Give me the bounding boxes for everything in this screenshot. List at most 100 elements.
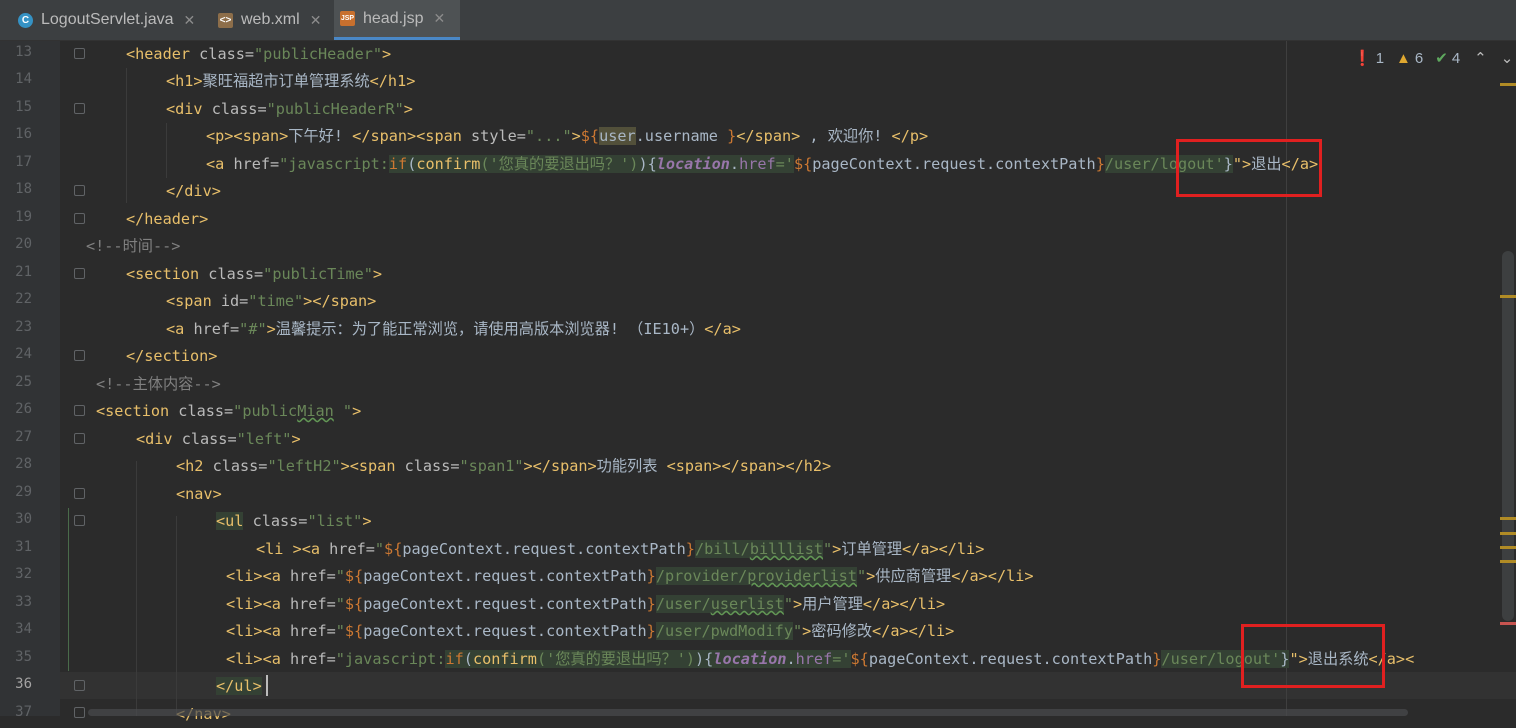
indent-guide: [126, 68, 127, 203]
code-line-29: <nav>: [176, 485, 222, 503]
line-number: 35: [15, 649, 32, 665]
indent-guide: [176, 516, 177, 716]
code-line-16: <p><span>下午好! </span><span style="...">$…: [206, 127, 929, 145]
line-number: 31: [15, 539, 32, 555]
error-stripe-mark[interactable]: [1500, 546, 1516, 549]
fold-icon[interactable]: [74, 680, 85, 691]
line-number: 22: [15, 291, 32, 307]
fold-icon[interactable]: [74, 268, 85, 279]
fold-icon[interactable]: [74, 103, 85, 114]
chevron-down-icon[interactable]: ⌄: [1501, 49, 1514, 67]
annotation-highlight-box: [1241, 624, 1385, 688]
code-line-27: <div class="left">: [136, 430, 301, 448]
tab-head-jsp[interactable]: JSP head.jsp ✕: [334, 0, 460, 40]
line-number: 14: [15, 71, 32, 87]
fold-icon[interactable]: [74, 48, 85, 59]
code-line-23: <a href="#">温馨提示：为了能正常浏览，请使用高版本浏览器! （IE1…: [166, 320, 741, 338]
line-number: 23: [15, 319, 32, 335]
code-line-34: <li><a href="${pageContext.request.conte…: [226, 622, 955, 640]
error-icon: ❗: [1353, 50, 1372, 67]
close-icon[interactable]: ✕: [310, 12, 322, 29]
error-stripe-mark[interactable]: [1500, 83, 1516, 86]
indent-guide: [68, 508, 69, 671]
tab-label: web.xml: [241, 11, 300, 28]
line-number: 24: [15, 346, 32, 362]
code-line-31: <li ><a href="${pageContext.request.cont…: [256, 540, 985, 558]
line-number: 17: [15, 154, 32, 170]
code-line-20: <!--时间-->: [86, 237, 181, 255]
line-number: 13: [15, 44, 32, 60]
vertical-scrollbar[interactable]: [1502, 251, 1514, 621]
line-number: 18: [15, 181, 32, 197]
chevron-up-icon[interactable]: ⌃: [1474, 49, 1487, 67]
error-stripe-mark[interactable]: [1500, 295, 1516, 298]
check-icon: ✔: [1435, 50, 1448, 67]
line-number-current: 36: [15, 676, 32, 692]
annotation-highlight-box: [1176, 139, 1322, 197]
line-number: 19: [15, 209, 32, 225]
code-line-21: <section class="publicTime">: [126, 265, 383, 283]
error-count: 1: [1375, 49, 1385, 67]
fold-icon[interactable]: [74, 515, 85, 526]
error-stripe-mark[interactable]: [1500, 560, 1516, 563]
code-line-14: <h1>聚旺福超市订单管理系统</h1>: [166, 72, 416, 90]
code-line-17: <a href="javascript:if(confirm('您真的要退出吗？…: [206, 155, 1319, 173]
code-line-25: <!--主体内容-->: [96, 375, 221, 393]
line-number: 33: [15, 594, 32, 610]
horizontal-scrollbar[interactable]: [88, 709, 1408, 716]
code-line-13: <header class="publicHeader">: [126, 45, 392, 63]
code-line-33: <li><a href="${pageContext.request.conte…: [226, 595, 946, 613]
error-stripe-mark[interactable]: [1500, 517, 1516, 520]
line-number: 37: [15, 704, 32, 720]
line-number: 26: [15, 401, 32, 417]
code-line-30: <ul class="list">: [216, 512, 372, 530]
close-icon[interactable]: ✕: [434, 10, 446, 27]
java-class-icon: C: [18, 12, 33, 28]
jsp-file-icon: JSP: [340, 11, 355, 26]
line-number: 27: [15, 429, 32, 445]
code-line-36: </ul>: [216, 677, 262, 695]
code-line-19: </header>: [126, 210, 209, 228]
warning-icon: ▲: [1396, 49, 1411, 67]
tab-logoutservlet[interactable]: C LogoutServlet.java ✕: [10, 0, 214, 40]
weak-warning-count: 4: [1451, 49, 1461, 67]
xml-file-icon: <>: [218, 12, 233, 28]
text-caret: [266, 675, 268, 696]
code-line-22: <span id="time"></span>: [166, 292, 377, 310]
fold-icon[interactable]: [74, 185, 85, 196]
tab-label: LogoutServlet.java: [41, 11, 174, 28]
code-editor[interactable]: 13 14 15 16 17 18 19 20 21 22 23 24 25 2…: [0, 41, 1516, 723]
code-line-28: <h2 class="leftH2"><span class="span1"><…: [176, 457, 832, 475]
error-stripe-mark[interactable]: [1500, 622, 1516, 625]
error-stripe-mark[interactable]: [1500, 532, 1516, 535]
line-number: 25: [15, 374, 32, 390]
fold-icon[interactable]: [74, 707, 85, 718]
fold-icon[interactable]: [74, 350, 85, 361]
fold-icon[interactable]: [74, 488, 85, 499]
line-number: 28: [15, 456, 32, 472]
fold-icon[interactable]: [74, 405, 85, 416]
indent-guide: [136, 461, 137, 716]
editor-tab-bar: C LogoutServlet.java ✕ <> web.xml ✕ JSP …: [0, 0, 1516, 41]
fold-icon[interactable]: [74, 433, 85, 444]
line-number: 34: [15, 621, 32, 637]
line-number: 20: [15, 236, 32, 252]
line-number: 32: [15, 566, 32, 582]
fold-icon[interactable]: [74, 213, 85, 224]
line-number: 16: [15, 126, 32, 142]
code-line-32: <li><a href="${pageContext.request.conte…: [226, 567, 1034, 585]
line-number: 15: [15, 99, 32, 115]
line-number: 21: [15, 264, 32, 280]
code-line-15: <div class="publicHeaderR">: [166, 100, 413, 118]
line-number: 29: [15, 484, 32, 500]
line-number: 30: [15, 511, 32, 527]
tab-label: head.jsp: [363, 9, 424, 27]
close-icon[interactable]: ✕: [184, 12, 196, 29]
inspection-widget[interactable]: ❗ 1 ▲ 6 ✔ 4 ⌃ ⌄: [1353, 49, 1516, 68]
code-line-26: <section class="publicMian ">: [96, 402, 362, 420]
tab-web-xml[interactable]: <> web.xml ✕: [212, 0, 336, 40]
code-line-24: </section>: [126, 347, 218, 365]
indent-guide: [166, 123, 167, 178]
warning-count: 6: [1414, 49, 1424, 67]
code-line-18: </div>: [166, 182, 221, 200]
